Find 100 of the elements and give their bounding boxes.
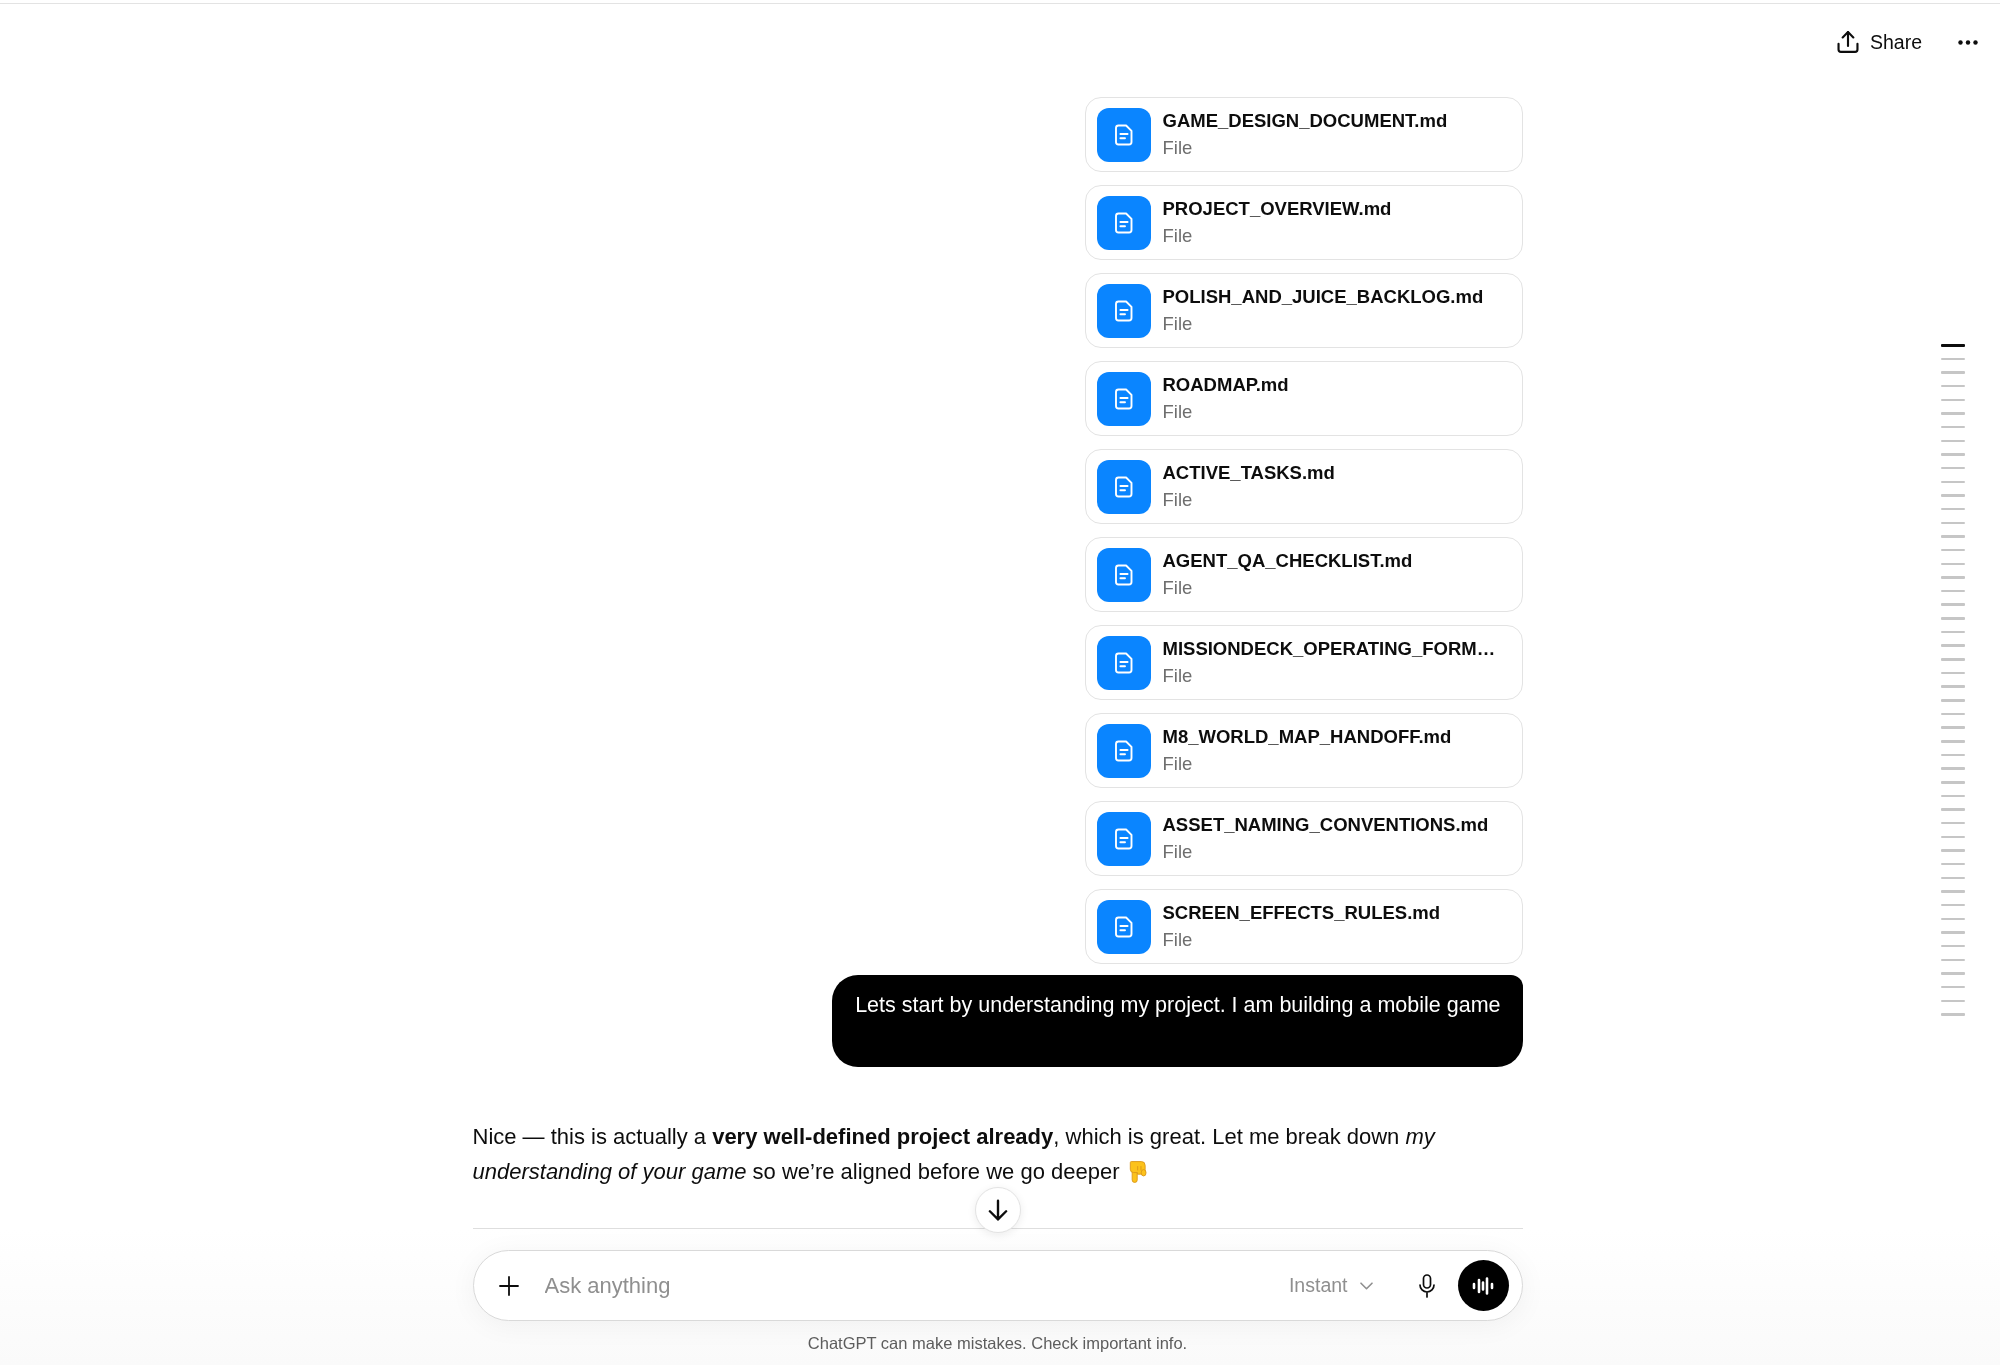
- file-name: PROJECT_OVERVIEW.md: [1162, 196, 1392, 221]
- navigation-marker[interactable]: [1941, 931, 1965, 934]
- navigation-marker[interactable]: [1941, 521, 1965, 525]
- scroll-down-button[interactable]: [974, 1187, 1021, 1233]
- navigation-marker[interactable]: [1941, 480, 1965, 484]
- navigation-marker[interactable]: [1941, 535, 1965, 538]
- share-button[interactable]: Share: [1826, 22, 1932, 62]
- navigation-marker[interactable]: [1941, 617, 1965, 620]
- document-icon: [1096, 371, 1151, 426]
- navigation-marker[interactable]: [1941, 835, 1965, 839]
- document-icon: [1096, 107, 1151, 162]
- navigation-marker[interactable]: [1941, 958, 1965, 962]
- navigation-marker[interactable]: [1941, 740, 1965, 743]
- navigation-marker[interactable]: [1941, 439, 1965, 443]
- navigation-marker[interactable]: [1941, 849, 1965, 852]
- navigation-marker[interactable]: [1941, 862, 1965, 866]
- navigation-marker[interactable]: [1941, 808, 1965, 811]
- file-name: POLISH_AND_JUICE_BACKLOG.md: [1162, 284, 1484, 309]
- navigation-marker[interactable]: [1941, 712, 1965, 716]
- navigation-marker[interactable]: [1941, 398, 1965, 402]
- document-icon: [1096, 723, 1151, 778]
- file-name: SCREEN_EFFECTS_RULES.md: [1162, 900, 1441, 925]
- file-type-label: File: [1162, 839, 1193, 864]
- navigation-marker[interactable]: [1941, 507, 1965, 511]
- file-name: ROADMAP.md: [1162, 372, 1289, 397]
- navigation-marker[interactable]: [1941, 726, 1965, 729]
- document-icon: [1096, 195, 1151, 250]
- navigation-marker[interactable]: [1941, 876, 1965, 880]
- navigation-marker[interactable]: [1941, 494, 1965, 497]
- navigation-marker[interactable]: [1941, 630, 1965, 634]
- file-type-label: File: [1162, 135, 1193, 160]
- navigation-marker[interactable]: [1941, 767, 1965, 770]
- navigation-marker[interactable]: [1941, 644, 1965, 647]
- waveform-icon: [1472, 1276, 1494, 1295]
- navigation-marker[interactable]: [1941, 344, 1965, 347]
- navigation-marker[interactable]: [1941, 425, 1965, 429]
- file-name: MISSIONDECK_OPERATING_FORM…: [1162, 636, 1496, 661]
- assistant-message: Nice — this is actually a very well-defined project already, which is great. Let me break down my understanding of your game so we’re aligned before we go deeper: [472, 1123, 1437, 1186]
- navigation-marker[interactable]: [1941, 1013, 1965, 1016]
- file-type-label: File: [1162, 311, 1193, 336]
- navigation-marker[interactable]: [1941, 944, 1965, 948]
- navigation-marker[interactable]: [1941, 699, 1965, 702]
- arrow-down-icon: [987, 1199, 1008, 1221]
- file-attachment-card[interactable]: PROJECT_OVERVIEW.md File: [1084, 185, 1523, 260]
- navigation-marker[interactable]: [1941, 412, 1965, 415]
- navigation-marker[interactable]: [1941, 972, 1965, 975]
- navigation-marker[interactable]: [1941, 890, 1965, 893]
- navigation-marker[interactable]: [1941, 794, 1965, 798]
- pointing-down-hand-icon: [1128, 1161, 1147, 1183]
- navigation-marker[interactable]: [1941, 821, 1965, 825]
- navigation-marker[interactable]: [1941, 371, 1965, 374]
- document-icon: [1096, 459, 1151, 514]
- file-attachment-card[interactable]: ACTIVE_TASKS.md File: [1084, 449, 1523, 524]
- document-icon: [1096, 811, 1151, 866]
- document-icon: [1096, 899, 1151, 954]
- file-type-label: File: [1162, 663, 1193, 688]
- disclaimer-text: ChatGPT can make mistakes. Check important info.: [806, 1333, 1189, 1354]
- file-name: ASSET_NAMING_CONVENTIONS.md: [1162, 812, 1489, 837]
- file-attachment-card[interactable]: ROADMAP.md File: [1084, 361, 1523, 436]
- file-attachment-card[interactable]: SCREEN_EFFECTS_RULES.md File: [1084, 889, 1523, 964]
- navigation-marker[interactable]: [1941, 603, 1965, 606]
- file-name: AGENT_QA_CHECKLIST.md: [1162, 548, 1413, 573]
- navigation-marker[interactable]: [1941, 453, 1965, 456]
- voice-mode-button[interactable]: [1457, 1260, 1509, 1311]
- file-attachment-card[interactable]: M8_WORLD_MAP_HANDOFF.md File: [1084, 713, 1523, 788]
- file-attachment-card[interactable]: AGENT_QA_CHECKLIST.md File: [1084, 537, 1523, 612]
- navigation-marker[interactable]: [1941, 562, 1965, 565]
- navigation-marker[interactable]: [1941, 985, 1965, 989]
- file-attachment-card[interactable]: GAME_DESIGN_DOCUMENT.md File: [1084, 97, 1523, 172]
- microphone-icon: [1418, 1273, 1435, 1298]
- navigation-marker[interactable]: [1941, 576, 1965, 579]
- navigation-marker[interactable]: [1941, 685, 1965, 688]
- navigation-marker[interactable]: [1941, 781, 1965, 784]
- file-type-label: File: [1162, 399, 1193, 424]
- file-name: GAME_DESIGN_DOCUMENT.md: [1162, 108, 1448, 133]
- file-type-label: File: [1162, 223, 1193, 248]
- navigation-marker[interactable]: [1941, 917, 1965, 921]
- navigation-marker[interactable]: [1941, 658, 1965, 661]
- plus-icon: [498, 1275, 519, 1296]
- message-input[interactable]: Ask anything: [544, 1265, 1281, 1306]
- file-name: ACTIVE_TASKS.md: [1162, 460, 1335, 485]
- navigation-marker[interactable]: [1941, 671, 1965, 675]
- navigation-marker[interactable]: [1941, 466, 1965, 470]
- navigation-marker[interactable]: [1941, 589, 1965, 593]
- file-attachment-card[interactable]: ASSET_NAMING_CONVENTIONS.md File: [1084, 801, 1523, 876]
- upload-icon: [1836, 31, 1859, 53]
- navigation-marker[interactable]: [1941, 548, 1965, 552]
- navigation-marker[interactable]: [1941, 357, 1965, 361]
- navigation-marker[interactable]: [1941, 384, 1965, 388]
- file-attachment-card[interactable]: MISSIONDECK_OPERATING_FORM… File: [1084, 625, 1523, 700]
- chevron-down-icon: [1359, 1281, 1373, 1290]
- navigation-marker[interactable]: [1941, 753, 1965, 757]
- user-message: Lets start by understanding my project. I am building a mobile game: [832, 975, 1523, 1067]
- more-icon: [1958, 39, 1978, 45]
- file-type-label: File: [1162, 751, 1193, 776]
- document-icon: [1096, 547, 1151, 602]
- file-attachment-card[interactable]: POLISH_AND_JUICE_BACKLOG.md File: [1084, 273, 1523, 348]
- navigation-marker[interactable]: [1941, 903, 1965, 907]
- document-icon: [1096, 283, 1151, 338]
- navigation-marker[interactable]: [1941, 999, 1965, 1002]
